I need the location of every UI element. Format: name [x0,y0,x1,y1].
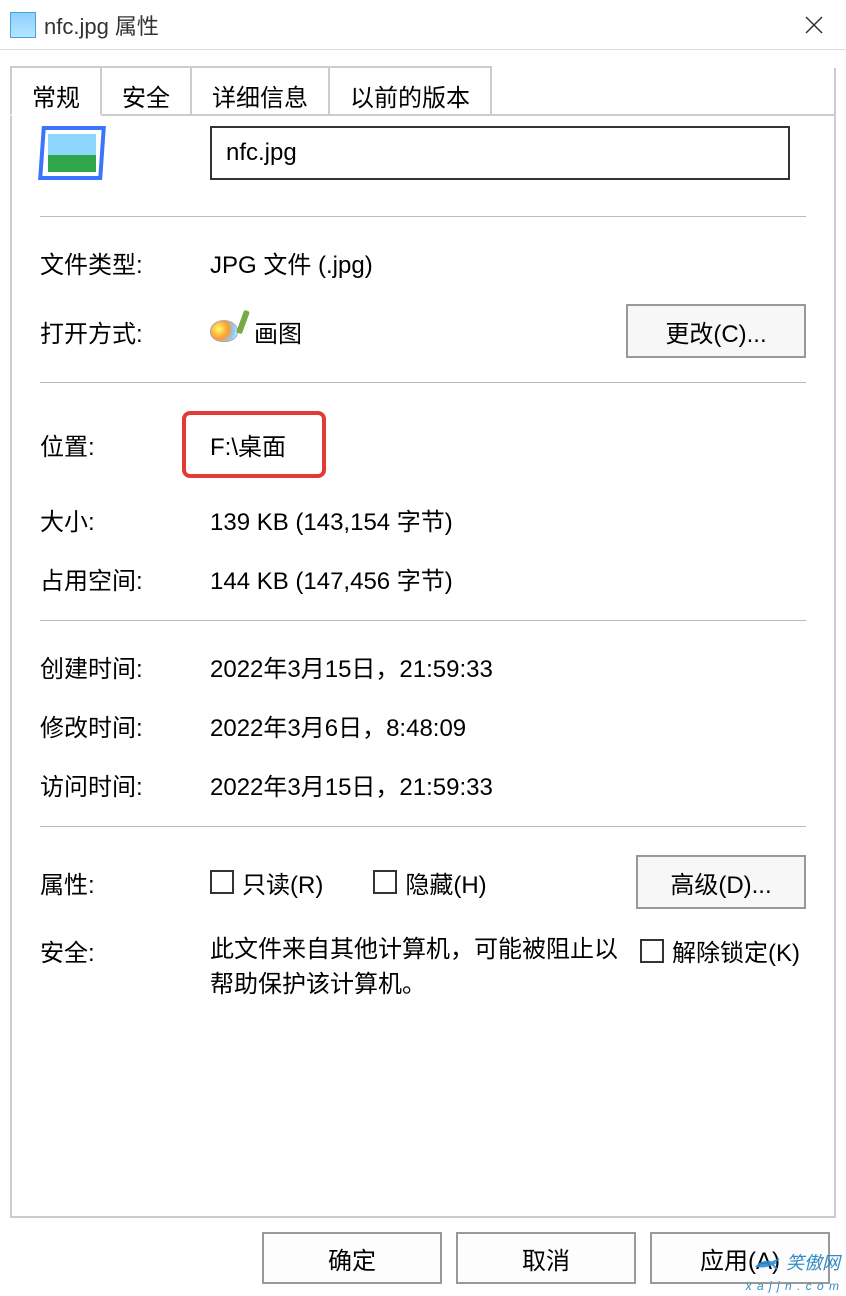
separator [40,826,806,827]
advanced-button[interactable]: 高级(D)... [636,855,806,909]
size-label: 大小: [40,502,210,537]
unblock-checkbox[interactable]: 解除锁定(K) [640,933,800,968]
checkbox-icon [210,870,234,894]
tab-strip: 常规 安全 详细信息 以前的版本 [10,66,836,116]
openwith-label: 打开方式: [40,314,210,349]
location-highlight: F:\桌面 [182,411,326,478]
cancel-button[interactable]: 取消 [456,1232,636,1284]
dialog-button-bar: 确定 取消 应用(A) [0,1232,846,1284]
created-value: 2022年3月15日，21:59:33 [210,649,806,684]
attributes-label: 属性: [40,865,210,900]
modified-label: 修改时间: [40,708,210,743]
size-value: 139 KB (143,154 字节) [210,502,806,537]
filename-input[interactable] [210,126,790,180]
tab-security[interactable]: 安全 [100,66,192,116]
modified-value: 2022年3月6日，8:48:09 [210,708,806,743]
tab-content-general: 文件类型: JPG 文件 (.jpg) 打开方式: 画图 更改(C)... 位置… [12,88,834,1047]
tab-spacer [490,66,836,116]
location-value: F:\桌面 [210,434,286,461]
paint-app-icon [210,314,244,348]
security-text: 此文件来自其他计算机，可能被阻止以帮助保护该计算机。 [210,933,630,1003]
ok-button[interactable]: 确定 [262,1232,442,1284]
separator [40,216,806,217]
unblock-text: 解除锁定(K) [672,933,800,968]
sizeondisk-label: 占用空间: [40,561,210,596]
change-button[interactable]: 更改(C)... [626,304,806,358]
readonly-text: 只读(R) [242,865,323,900]
tab-details[interactable]: 详细信息 [190,66,330,116]
window-title: nfc.jpg 属性 [44,9,159,41]
file-thumbnail-icon [40,126,104,180]
titlebar: nfc.jpg 属性 [0,0,846,50]
watermark: 笑傲网 x a j j n . c o m [746,1253,840,1294]
close-button[interactable] [792,3,836,47]
watermark-icon [751,1253,781,1275]
watermark-line2: x a j j n . c o m [746,1279,840,1293]
image-file-icon [10,12,36,38]
separator [40,620,806,621]
dialog-body: 常规 安全 详细信息 以前的版本 文件类型: JPG 文件 (.jpg) 打开方… [10,68,836,1218]
close-icon [804,15,824,35]
security-label: 安全: [40,933,210,968]
hidden-checkbox[interactable]: 隐藏(H) [373,865,486,900]
accessed-value: 2022年3月15日，21:59:33 [210,767,806,802]
tab-previous-versions[interactable]: 以前的版本 [328,66,492,116]
hidden-text: 隐藏(H) [405,865,486,900]
filetype-label: 文件类型: [40,245,210,280]
sizeondisk-value: 144 KB (147,456 字节) [210,561,806,596]
filetype-value: JPG 文件 (.jpg) [210,245,806,280]
checkbox-icon [373,870,397,894]
accessed-label: 访问时间: [40,767,210,802]
readonly-checkbox[interactable]: 只读(R) [210,865,323,900]
openwith-app-name: 画图 [254,314,302,349]
watermark-line1: 笑傲网 [786,1253,840,1273]
checkbox-icon [640,939,664,963]
created-label: 创建时间: [40,649,210,684]
tab-general[interactable]: 常规 [10,66,102,116]
separator [40,382,806,383]
